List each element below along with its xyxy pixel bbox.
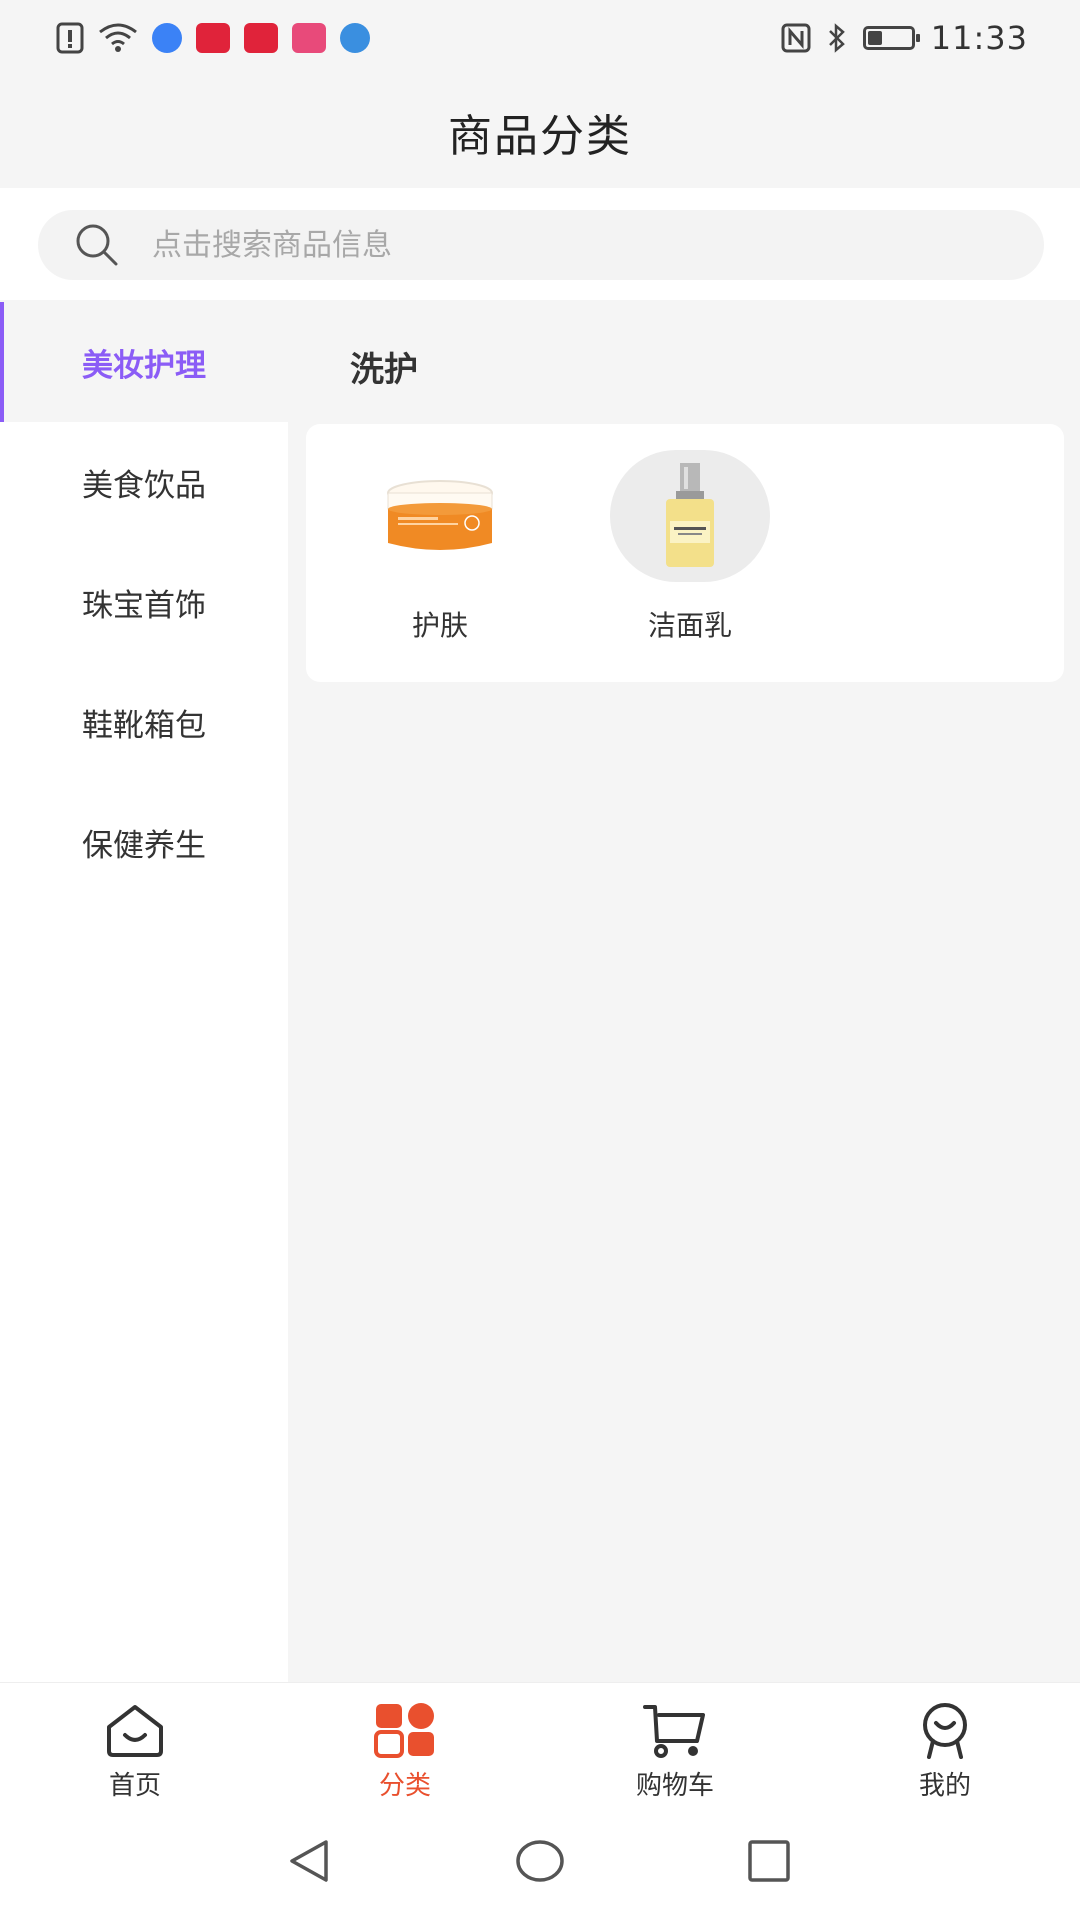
page-header: 商品分类 [0,76,1080,188]
status-bar-notifications [56,18,370,58]
tab-category[interactable]: 分类 [270,1683,540,1807]
tab-cart-label: 购物车 [635,1771,714,1801]
home-icon [107,1705,163,1757]
video-app-icon [196,23,230,53]
music-app-icon [152,23,182,53]
search-box[interactable] [38,210,1044,280]
tab-cart[interactable]: 购物车 [540,1683,810,1807]
tab-home-label: 首页 [108,1771,161,1801]
category-icon [374,1703,434,1758]
wifi-icon [99,23,137,52]
recents-icon[interactable] [744,1836,794,1886]
home-circle-icon[interactable] [514,1836,566,1886]
alert-icon [56,22,84,54]
subcategory-panel: 洗护 护肤 洁面乳 [288,302,1080,1682]
search-input[interactable] [150,226,954,264]
sidebar-item-shoes-bags[interactable]: 鞋靴箱包 [0,662,288,782]
product-image-cream-jar [360,450,520,582]
sidebar-item-jewelry[interactable]: 珠宝首饰 [0,542,288,662]
category-sidebar: 美妆护理 美食饮品 珠宝首饰 鞋靴箱包 保健养生 [0,302,288,1682]
product-name: 护肤 [411,609,468,642]
back-icon[interactable] [284,1836,334,1886]
sidebar-item-beauty[interactable]: 美妆护理 [0,302,288,422]
nfc-icon [781,23,811,53]
page-title: 商品分类 [448,111,632,162]
tab-profile-label: 我的 [918,1771,971,1801]
search-bar [0,188,1080,300]
system-navigation-bar [0,1806,1080,1920]
bluetooth-icon [828,23,845,53]
browser-app-icon [340,23,370,53]
clinique-bottle-icon [666,463,714,567]
profile-icon [923,1703,967,1759]
search-icon [76,224,118,266]
sidebar-item-health[interactable]: 保健养生 [0,782,288,902]
cream-jar-icon [387,480,493,550]
sidebar-item-food[interactable]: 美食饮品 [0,422,288,542]
product-item-skincare[interactable]: 护肤 [350,450,530,644]
subcategory-title: 洗护 [350,350,418,390]
chat-app-icon [292,23,326,53]
product-card: 护肤 洁面乳 [306,424,1064,682]
battery-icon [862,26,920,50]
video-app-icon-2 [244,23,278,53]
product-item-cleanser[interactable]: 洁面乳 [600,450,780,644]
status-time: 11:33 [930,19,1028,57]
status-bar-system: 11:33 [781,18,1028,58]
tab-category-label: 分类 [378,1771,431,1801]
product-image-clinique-bottle [610,450,770,582]
product-name: 洁面乳 [647,609,732,642]
bottom-navigation: 首页 分类 购物车 我的 [0,1682,1080,1807]
tab-profile[interactable]: 我的 [810,1683,1080,1807]
cart-icon [643,1705,705,1758]
status-bar: 11:33 [0,0,1080,76]
tab-home[interactable]: 首页 [0,1683,270,1807]
